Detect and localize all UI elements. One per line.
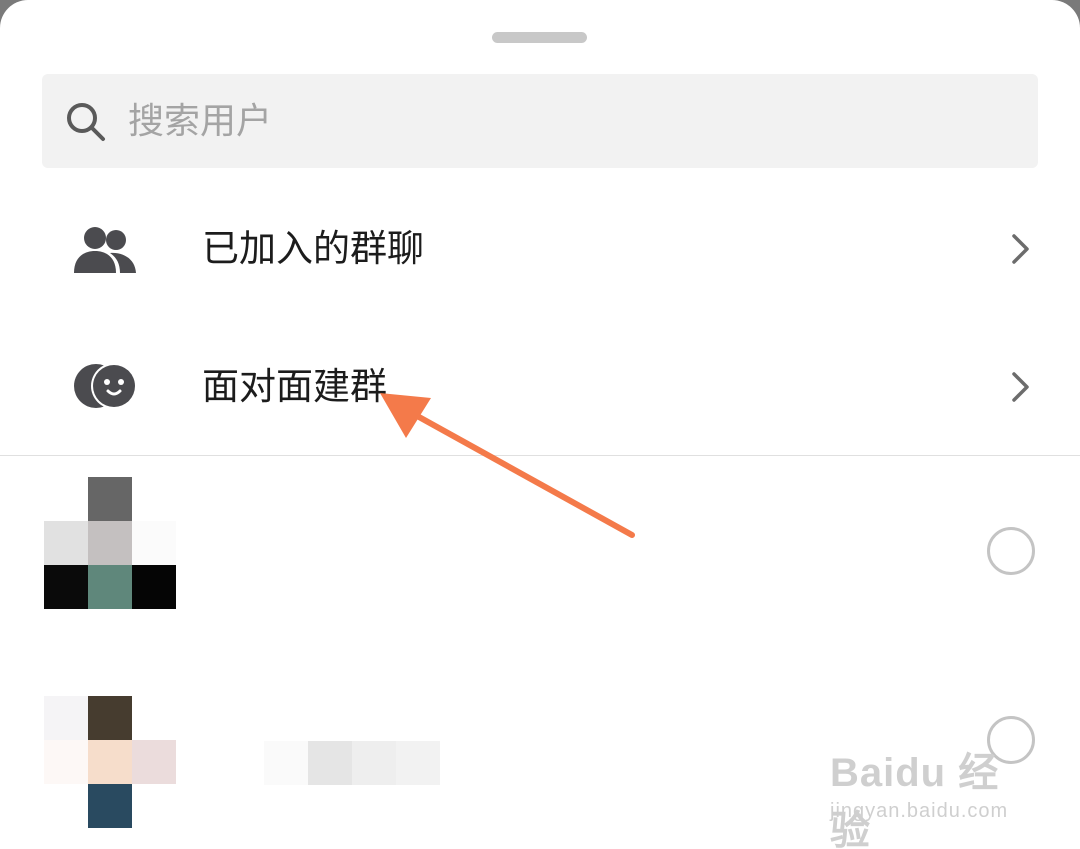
chevron-right-icon xyxy=(1012,234,1029,264)
chevron-right-icon xyxy=(1012,372,1029,402)
contact-name xyxy=(264,741,308,785)
face-to-face-icon xyxy=(74,363,137,409)
baidu-watermark: Baidu 经验 jingyan.baidu.com xyxy=(826,740,1036,849)
bottom-sheet: 搜索用户 已加入的群聊 面对面建群 Baidu 经验 jingyan.baidu… xyxy=(0,0,1080,849)
search-icon xyxy=(67,103,105,141)
search-input[interactable]: 搜索用户 xyxy=(128,100,272,144)
avatar xyxy=(44,477,176,609)
contact-name xyxy=(352,741,396,785)
contact-name xyxy=(396,741,440,785)
section-divider xyxy=(0,455,1080,456)
select-radio[interactable] xyxy=(987,527,1035,575)
sheet-grabber[interactable] xyxy=(492,32,587,43)
contact-name xyxy=(308,741,352,785)
avatar xyxy=(44,696,176,828)
face-to-face-group-item[interactable]: 面对面建群 xyxy=(0,318,1080,456)
watermark-url: jingyan.baidu.com xyxy=(830,800,1009,822)
group-icon xyxy=(74,227,136,273)
face-to-face-group-label: 面对面建群 xyxy=(202,365,387,408)
joined-groups-item[interactable]: 已加入的群聊 xyxy=(0,180,1080,318)
joined-groups-label: 已加入的群聊 xyxy=(202,227,424,270)
watermark-brand: Baidu 经验 xyxy=(830,751,1000,849)
